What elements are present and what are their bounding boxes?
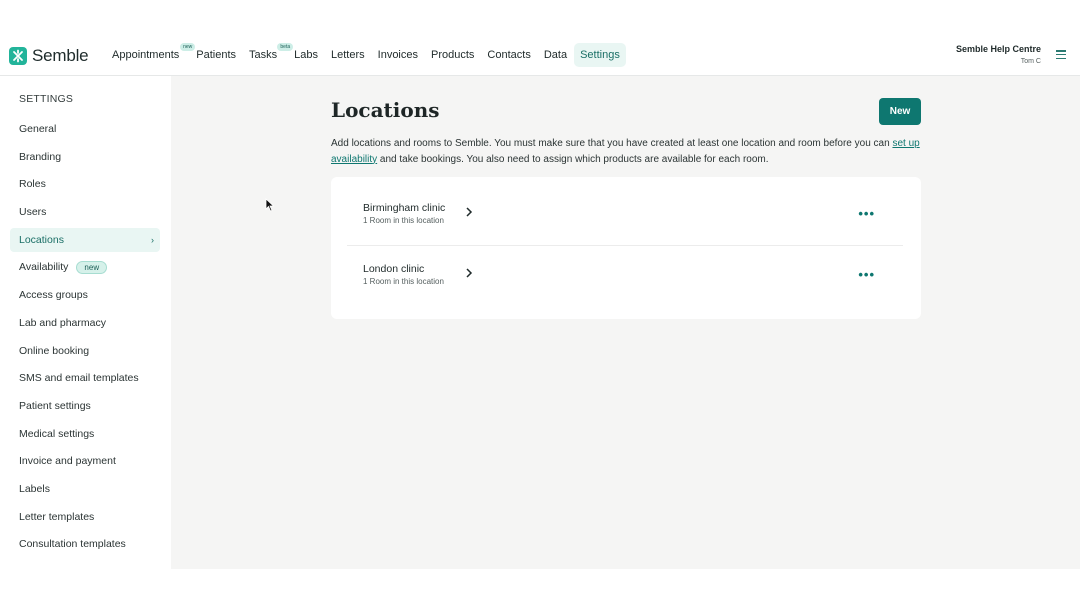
locations-card: Birmingham clinic 1 Room in this locatio… bbox=[331, 177, 921, 319]
main-content: Locations New Add locations and rooms to… bbox=[171, 76, 1080, 569]
location-name: London clinic bbox=[363, 263, 425, 275]
more-horizontal-icon[interactable]: ••• bbox=[858, 267, 875, 282]
brand-name: Semble bbox=[32, 46, 89, 65]
help-centre-link[interactable]: Semble Help Centre Tom C bbox=[956, 44, 1041, 65]
sidebar-item-label: Branding bbox=[19, 150, 62, 163]
sidebar-item-label: SMS and email templates bbox=[19, 372, 139, 385]
sidebar-item-sms-email-templates[interactable]: SMS and email templates bbox=[10, 366, 160, 390]
top-navbar: Semble Appointments new Patients Tasks b… bbox=[0, 38, 1080, 76]
sidebar-item-label: General bbox=[19, 123, 57, 135]
nav-data[interactable]: Data bbox=[538, 43, 573, 67]
sidebar-item-label: Locations bbox=[19, 233, 64, 246]
sidebar-item-letter-templates[interactable]: Letter templates bbox=[10, 505, 160, 529]
semble-logo-icon bbox=[9, 47, 27, 65]
nav-letters[interactable]: Letters bbox=[325, 43, 371, 67]
sidebar-item-label: Patient settings bbox=[19, 399, 91, 412]
sidebar-item-branding[interactable]: Branding bbox=[10, 145, 160, 169]
nav-label: Products bbox=[431, 49, 475, 61]
sidebar-item-label: Access groups bbox=[19, 289, 88, 302]
location-room-count: 1 Room in this location bbox=[363, 277, 444, 286]
nav-label: Settings bbox=[580, 49, 620, 61]
sidebar-item-label: Users bbox=[19, 206, 47, 219]
description-text-end: and take bookings. You also need to assi… bbox=[377, 153, 769, 165]
sidebar-item-general[interactable]: General bbox=[10, 117, 160, 141]
sidebar-heading: SETTINGS bbox=[19, 93, 74, 105]
settings-sidebar: SETTINGS General Branding Roles Users Lo… bbox=[0, 76, 171, 569]
sidebar-item-label: Letter templates bbox=[19, 510, 95, 523]
sidebar-item-label: Online booking bbox=[19, 344, 90, 357]
nav-label: Labs bbox=[294, 49, 318, 61]
sidebar-item-label: Lab and pharmacy bbox=[19, 316, 106, 329]
sidebar-item-label: Consultation templates bbox=[19, 538, 126, 551]
location-row[interactable]: Birmingham clinic 1 Room in this locatio… bbox=[347, 184, 903, 246]
sidebar-item-label: Invoice and payment bbox=[19, 455, 116, 468]
hamburger-menu-icon[interactable] bbox=[1053, 48, 1069, 64]
sidebar-list: General Branding Roles Users Locations ›… bbox=[10, 117, 160, 560]
nav-invoices[interactable]: Invoices bbox=[372, 43, 424, 67]
nav-label: Tasks bbox=[249, 49, 278, 61]
location-row[interactable]: London clinic 1 Room in this location ••… bbox=[347, 245, 903, 307]
nav-label: Data bbox=[543, 49, 568, 61]
nav-tasks[interactable]: Tasks beta bbox=[243, 43, 294, 67]
sidebar-item-label: Medical settings bbox=[19, 427, 95, 440]
sidebar-item-invoice-and-payment[interactable]: Invoice and payment bbox=[10, 449, 160, 473]
sidebar-item-label: Availability bbox=[19, 261, 69, 274]
location-name: Birmingham clinic bbox=[363, 202, 446, 214]
sidebar-item-medical-settings[interactable]: Medical settings bbox=[10, 422, 160, 446]
nav-label: Appointments bbox=[112, 49, 180, 61]
nav-settings[interactable]: Settings bbox=[574, 43, 626, 67]
sidebar-item-consultation-templates[interactable]: Consultation templates bbox=[10, 532, 160, 556]
main-nav: Appointments new Patients Tasks beta Lab… bbox=[106, 43, 627, 67]
sidebar-item-patient-settings[interactable]: Patient settings bbox=[10, 394, 160, 418]
new-badge: new bbox=[76, 260, 108, 274]
sidebar-item-users[interactable]: Users bbox=[10, 200, 160, 224]
nav-label: Contacts bbox=[487, 49, 531, 61]
sidebar-item-label: Roles bbox=[19, 178, 46, 191]
chevron-right-icon: › bbox=[151, 234, 154, 245]
sidebar-item-availability[interactable]: Availability new bbox=[10, 255, 160, 279]
nav-label: Letters bbox=[331, 49, 365, 61]
description-text: Add locations and rooms to Semble. You m… bbox=[331, 138, 893, 149]
current-user-name: Tom C bbox=[1020, 58, 1041, 65]
nav-appointments[interactable]: Appointments new bbox=[106, 43, 196, 67]
location-room-count: 1 Room in this location bbox=[363, 216, 444, 225]
sidebar-item-label: Labels bbox=[19, 482, 50, 495]
page-description: Add locations and rooms to Semble. You m… bbox=[331, 136, 931, 167]
mouse-cursor-icon bbox=[265, 198, 275, 212]
nav-products[interactable]: Products bbox=[425, 43, 480, 67]
sidebar-item-labels[interactable]: Labels bbox=[10, 477, 160, 501]
nav-label: Patients bbox=[196, 49, 237, 61]
page-title: Locations bbox=[331, 98, 440, 122]
nav-labs[interactable]: Labs bbox=[288, 43, 324, 67]
nav-label: Invoices bbox=[377, 49, 418, 61]
sidebar-item-lab-and-pharmacy[interactable]: Lab and pharmacy bbox=[10, 311, 160, 335]
sidebar-item-access-groups[interactable]: Access groups bbox=[10, 283, 160, 307]
sidebar-item-locations[interactable]: Locations › bbox=[10, 227, 160, 252]
chevron-right-icon[interactable] bbox=[464, 206, 474, 218]
semble-logo[interactable]: Semble bbox=[9, 46, 89, 66]
sidebar-item-roles[interactable]: Roles bbox=[10, 172, 160, 196]
chevron-right-icon[interactable] bbox=[464, 267, 474, 279]
more-horizontal-icon[interactable]: ••• bbox=[858, 206, 875, 221]
sidebar-item-online-booking[interactable]: Online booking bbox=[10, 339, 160, 363]
new-location-button[interactable]: New bbox=[879, 98, 921, 125]
help-centre-title: Semble Help Centre bbox=[955, 44, 1041, 54]
nav-patients[interactable]: Patients bbox=[190, 43, 242, 67]
nav-contacts[interactable]: Contacts bbox=[481, 43, 536, 67]
